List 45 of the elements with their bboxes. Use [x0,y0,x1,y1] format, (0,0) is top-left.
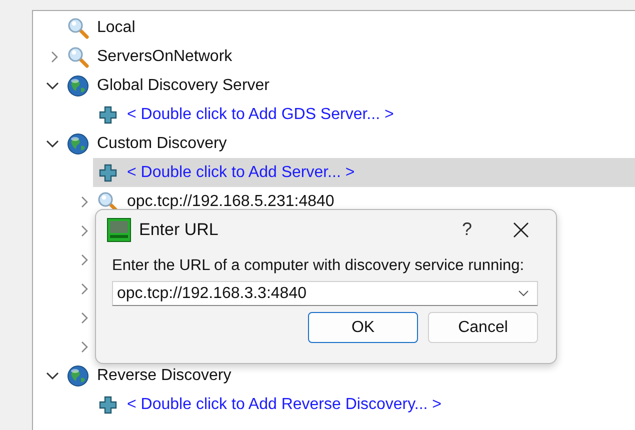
globe-icon [67,364,89,386]
add-entry-link[interactable]: < Double click to Add Reverse Discovery... > [127,396,442,414]
chevron-right-icon[interactable] [81,340,89,352]
chevron-right-icon[interactable] [81,254,89,266]
tree-item-label[interactable]: Custom Discovery [97,134,227,152]
tree-item-label[interactable]: Global Discovery Server [97,76,270,94]
tree-item[interactable]: ServersOnNetwork [63,42,635,71]
tree-item[interactable]: < Double click to Add Server... > [93,158,635,187]
globe-icon [67,132,89,154]
add-entry-link[interactable]: < Double click to Add GDS Server... > [127,106,394,124]
tree-item[interactable]: Custom Discovery [63,129,635,158]
tree-item-label[interactable]: Local [97,18,136,36]
ok-button[interactable]: OK [308,312,418,343]
tree-item[interactable]: Local [63,13,635,42]
tree-item[interactable]: Reverse Discovery [63,361,635,390]
close-icon [513,222,529,238]
dropdown-caret-icon[interactable] [518,290,529,297]
app-icon [107,218,131,242]
help-button[interactable]: ? [444,214,490,246]
tree-item[interactable]: < Double click to Add Reverse Discovery... > [93,390,635,419]
chevron-right-icon[interactable] [81,282,89,294]
globe-icon [67,74,89,96]
cancel-button[interactable]: Cancel [428,312,538,343]
chevron-right-icon[interactable] [81,196,89,208]
magnifier-icon [67,16,89,38]
chevron-down-icon[interactable] [46,372,59,380]
tree-item-label[interactable]: ServersOnNetwork [97,48,232,66]
chevron-down-icon[interactable] [46,82,59,90]
chevron-down-icon[interactable] [46,140,59,148]
tree-item-label[interactable]: opc.tcp://192.168.5.231:4840 [127,192,334,210]
tree-item[interactable]: opc.tcp://192.168.5.231:4840 [93,187,635,216]
url-combo-box[interactable]: opc.tcp://192.168.3.3:4840 [112,281,538,306]
prompt-text: Enter the URL of a computer with discovery service running: [112,257,526,275]
add-entry-link[interactable]: < Double click to Add Server... > [127,164,355,182]
tree-item-label[interactable]: Reverse Discovery [97,366,232,384]
plus-icon [99,106,117,124]
chevron-right-icon[interactable] [81,224,89,236]
chevron-right-icon[interactable] [81,312,89,324]
plus-icon [99,396,117,414]
plus-icon [99,164,117,182]
chevron-right-icon[interactable] [51,50,59,62]
magnifier-icon [67,46,89,68]
dialog-title: Enter URL [139,220,220,240]
tree-item[interactable]: Global Discovery Server [63,71,635,100]
tree-item[interactable]: < Double click to Add GDS Server... > [93,100,635,129]
